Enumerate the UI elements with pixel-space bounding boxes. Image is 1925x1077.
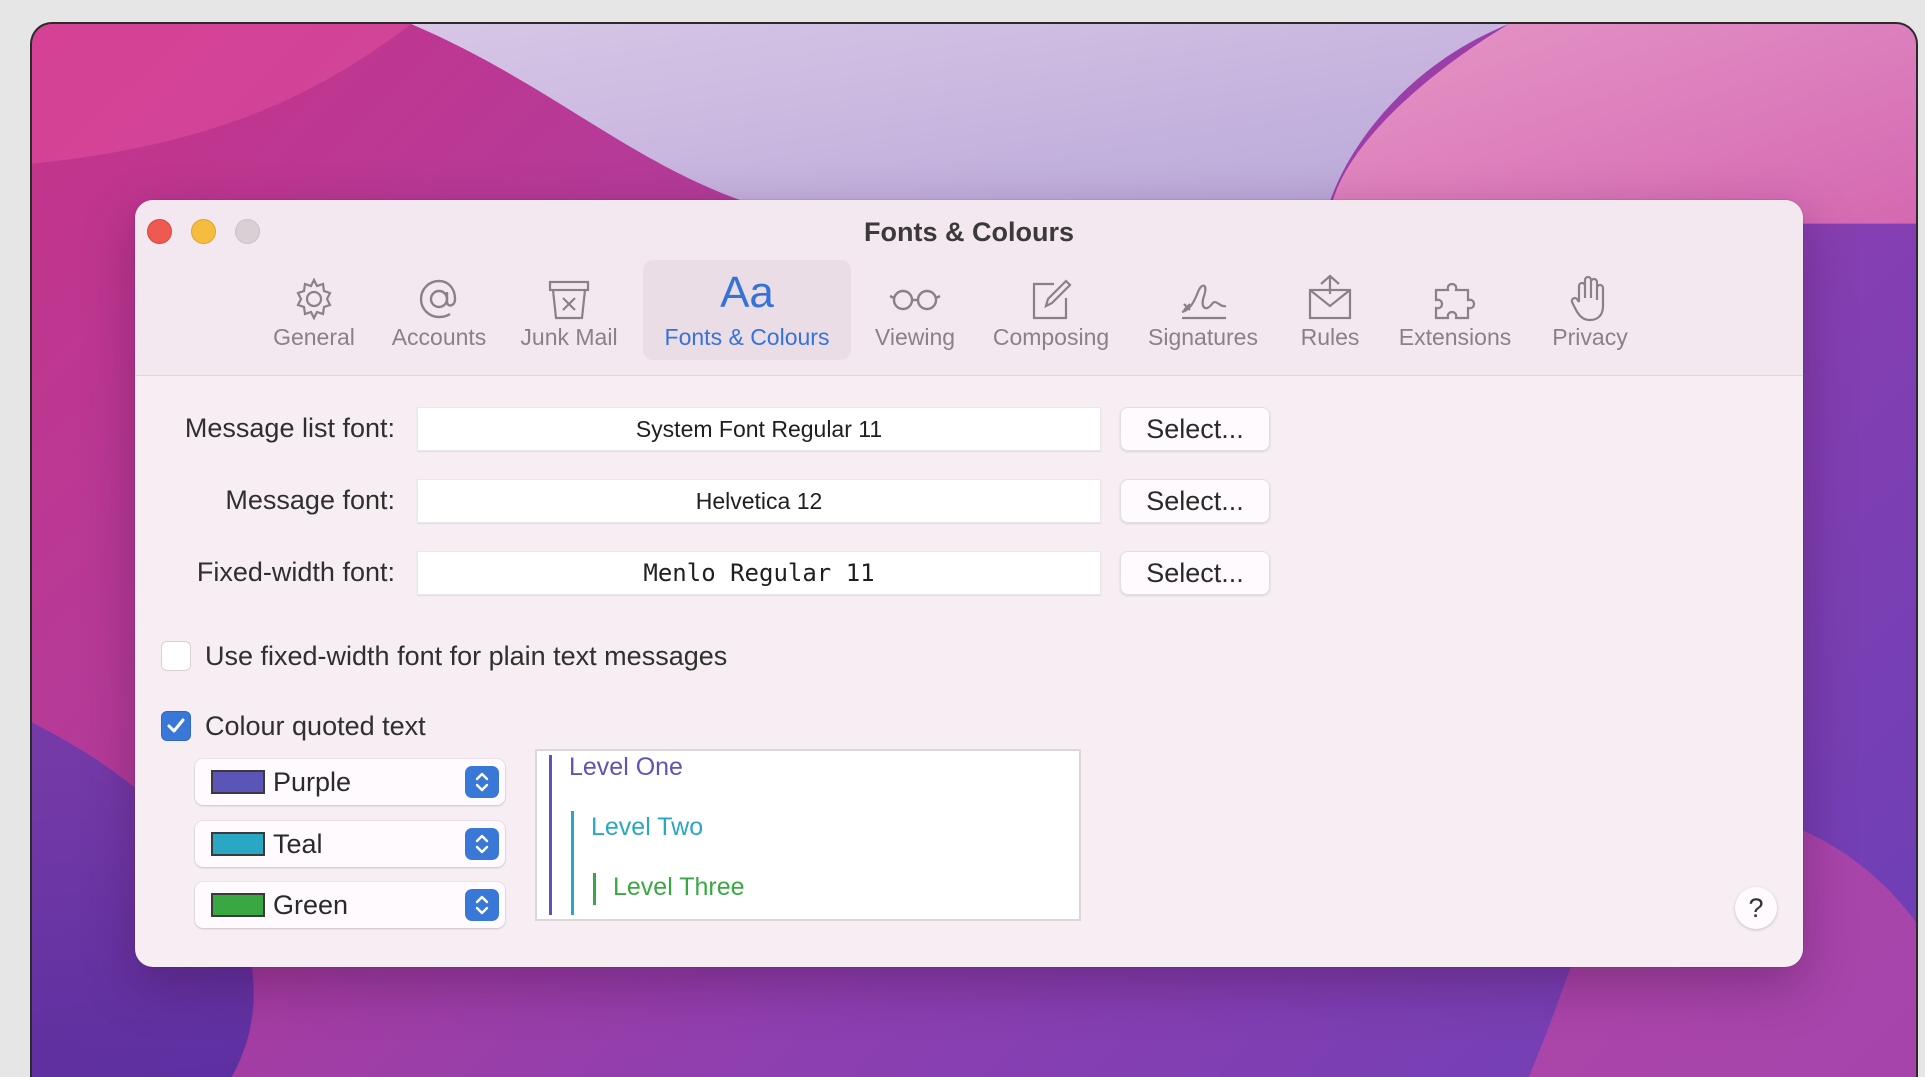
aa-fonts-icon: Aa bbox=[720, 268, 774, 317]
help-button[interactable]: ? bbox=[1735, 887, 1777, 929]
quote-level-three-colour-popup[interactable]: Green bbox=[195, 882, 505, 928]
tab-junk-mail[interactable]: Junk Mail bbox=[507, 260, 631, 360]
tab-signatures[interactable]: Signatures bbox=[1133, 260, 1273, 360]
use-fixed-width-label: Use fixed-width font for plain text mess… bbox=[205, 641, 728, 671]
fonts-colours-pane: Message list font: System Font Regular 1… bbox=[135, 377, 1803, 967]
pencil-square-icon bbox=[1024, 272, 1078, 326]
tab-composing[interactable]: Composing bbox=[981, 260, 1121, 360]
level-three-quote-bar bbox=[593, 873, 596, 905]
message-font-field: Helvetica 12 bbox=[417, 479, 1101, 523]
tab-viewing[interactable]: Viewing bbox=[859, 260, 971, 360]
glasses-icon bbox=[888, 272, 942, 326]
popup-stepper-icon bbox=[465, 766, 499, 798]
hand-icon bbox=[1563, 272, 1617, 326]
tab-general[interactable]: General bbox=[255, 260, 373, 360]
message-list-font-field: System Font Regular 11 bbox=[417, 407, 1101, 451]
preferences-toolbar: General Accounts Junk Mail Aa Fonts & Co… bbox=[135, 260, 1803, 360]
level-one-quote-bar bbox=[549, 755, 552, 915]
level-one-text: Level One bbox=[569, 753, 683, 781]
fixed-width-font-select-button[interactable]: Select... bbox=[1120, 551, 1270, 595]
message-list-font-label: Message list font: bbox=[184, 413, 395, 443]
window-title: Fonts & Colours bbox=[864, 217, 1074, 247]
message-font-label: Message font: bbox=[225, 485, 395, 515]
green-swatch bbox=[211, 893, 265, 917]
use-fixed-width-checkbox[interactable] bbox=[161, 641, 191, 671]
tab-extensions[interactable]: Extensions bbox=[1385, 260, 1525, 360]
quote-level-one-colour-popup[interactable]: Purple bbox=[195, 759, 505, 805]
colour-quoted-text-checkbox[interactable] bbox=[161, 711, 191, 741]
tab-fonts-colours[interactable]: Aa Fonts & Colours bbox=[643, 260, 851, 360]
teal-swatch bbox=[211, 832, 265, 856]
message-list-font-select-button[interactable]: Select... bbox=[1120, 407, 1270, 451]
fixed-width-font-label: Fixed-width font: bbox=[196, 557, 395, 587]
at-sign-icon bbox=[412, 272, 466, 326]
quote-level-two-colour-popup[interactable]: Teal bbox=[195, 821, 505, 867]
rules-envelope-icon bbox=[1303, 272, 1357, 326]
preferences-window: Fonts & Colours General Accounts Junk Ma… bbox=[135, 200, 1803, 967]
tab-accounts[interactable]: Accounts bbox=[383, 260, 495, 360]
message-font-select-button[interactable]: Select... bbox=[1120, 479, 1270, 523]
titlebar-toolbar: Fonts & Colours General Accounts Junk Ma… bbox=[135, 200, 1803, 376]
level-two-quote-bar bbox=[571, 811, 574, 915]
popup-stepper-icon bbox=[465, 889, 499, 921]
level-two-text: Level Two bbox=[591, 813, 704, 841]
gear-icon bbox=[287, 272, 341, 326]
signature-icon bbox=[1176, 272, 1230, 326]
popup-stepper-icon bbox=[465, 828, 499, 860]
colour-quoted-text-label: Colour quoted text bbox=[205, 711, 426, 741]
quoted-text-preview: Level One Level Two Level Three bbox=[535, 749, 1081, 921]
checkmark-icon bbox=[167, 718, 185, 733]
fixed-width-font-field: Menlo Regular 11 bbox=[417, 551, 1101, 595]
level-three-text: Level Three bbox=[613, 873, 745, 901]
tab-privacy[interactable]: Privacy bbox=[1535, 260, 1645, 360]
puzzle-piece-icon bbox=[1428, 272, 1482, 326]
tab-rules[interactable]: Rules bbox=[1285, 260, 1375, 360]
junk-bin-icon bbox=[542, 272, 596, 326]
purple-swatch bbox=[211, 770, 265, 794]
